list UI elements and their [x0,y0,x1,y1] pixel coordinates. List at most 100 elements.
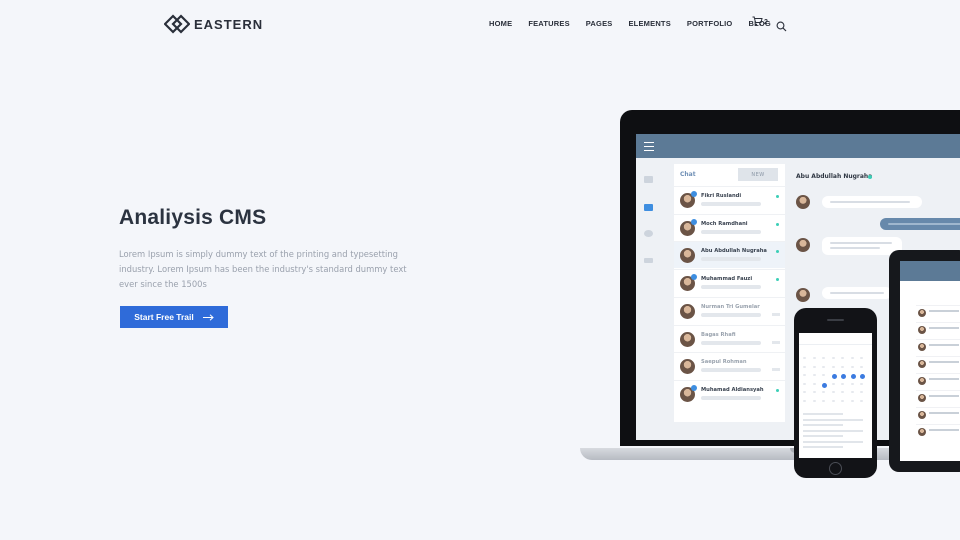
tablet-row-line [929,429,959,431]
calendar-day [803,357,806,359]
calendar-day [822,365,825,368]
calendar-day [812,357,816,359]
phone-calendar [803,357,868,409]
agenda-line [803,446,843,448]
calendar-day [803,399,806,402]
nav-home[interactable]: HOME [489,19,512,28]
tablet-avatar [918,343,926,351]
contact-item: Muhamad Aldiansyah [674,379,785,407]
top-navbar: EASTERN HOME FEATURES PAGES ELEMENTS POR… [0,0,960,48]
online-dot [776,250,779,254]
tablet-avatar [918,360,926,368]
nav-features[interactable]: FEATURES [528,19,569,28]
contact-avatar [680,303,695,319]
brand-logo[interactable]: EASTERN [164,14,263,34]
contact-name: Nurman Tri Gumelar [701,303,760,310]
brand-name: EASTERN [194,16,264,32]
conversation-title: Abu Abdullah Nugraha [796,173,873,180]
calendar-day [860,357,863,359]
message-avatar [796,195,810,209]
tablet-contact-row [916,356,960,370]
calendar-day [831,374,837,379]
unread-badge [691,218,697,225]
calendar-day [860,399,863,402]
tablet-app-header [900,261,960,281]
contact-item: Muhammad Fauzi [674,269,785,296]
message-bubble-sent [880,218,960,230]
phone-home-button [829,462,842,475]
contact-item: Bagas Rhafi [674,324,785,352]
chat-title: Chat [680,171,696,178]
calendar-day [803,391,806,393]
tablet-mockup [889,250,960,472]
app-sidebar [636,158,666,440]
nav-portfolio[interactable]: PORTFOLIO [687,19,733,28]
search-icon [776,21,787,32]
start-free-trial-button[interactable]: Start Free Trail [120,306,228,328]
tablet-contact-row [916,373,960,387]
search-button[interactable] [776,17,787,36]
nav-pages[interactable]: PAGES [586,19,613,28]
contact-avatar [680,248,695,264]
contact-name: Muhamad Aldiansyah [701,386,764,393]
tablet-row-line [929,361,959,363]
contact-preview [701,202,761,206]
cta-label: Start Free Trail [134,312,194,322]
tablet-avatar [918,394,926,402]
calendar-day [822,391,825,393]
hero-title: Analiysis CMS [119,206,267,229]
calendar-day [822,357,825,359]
contact-item: Moch Ramdhani [674,213,785,241]
tablet-contact-row [916,424,960,438]
calendar-day [860,382,863,385]
tablet-screen [900,261,960,461]
tablet-avatar [918,309,926,317]
cart-button[interactable]: 2 [752,16,768,26]
calendar-day [812,374,816,376]
hero-description: Lorem Ipsum is simply dummy text of the … [119,249,407,289]
sidebar-doc-icon [644,176,653,183]
calendar-day [812,365,816,368]
calendar-day [831,365,835,368]
tablet-contact-row [916,305,960,319]
arrow-right-icon [202,313,214,321]
contact-time [772,312,780,316]
calendar-day [850,374,856,379]
phone-app-header [799,333,872,345]
unread-badge [691,191,697,197]
message-avatar [796,288,810,302]
sidebar-chart-icon [644,230,653,237]
contact-preview [701,368,761,373]
tablet-avatar [918,326,926,334]
calendar-day [812,382,816,385]
contact-item: Nurman Tri Gumelar [674,296,785,324]
calendar-day [831,382,835,385]
calendar-day [841,382,844,385]
nav-elements[interactable]: ELEMENTS [628,19,670,28]
tablet-contact-row [916,390,960,404]
calendar-day [822,399,825,402]
contact-item: Saepul Rohman [674,352,785,379]
contact-name: Bagas Rhafi [701,331,736,338]
agenda-line [803,435,843,437]
message-bubble [822,237,902,255]
tablet-avatar [918,377,926,385]
contact-name: Muhammad Fauzi [701,276,753,283]
main-menu: HOME FEATURES PAGES ELEMENTS PORTFOLIO B… [489,19,771,28]
contact-name: Fikri Ruslandi [701,193,742,199]
chat-panel: Chat NEW Fikri Ruslandi Moch Ramdhani Abu … [674,164,785,422]
tablet-contact-row [916,339,960,353]
online-indicator [868,175,872,179]
calendar-day [850,365,854,368]
calendar-day [831,391,835,393]
calendar-day [850,391,854,393]
phone-mockup [794,308,877,478]
contact-time [772,368,780,372]
agenda-line [803,424,843,426]
online-dot [776,388,779,392]
new-chat-button: NEW [738,168,778,181]
agenda-line [803,440,863,443]
app-header [636,134,960,158]
cart-count: 2 [764,19,768,26]
tablet-row-line [929,344,959,346]
